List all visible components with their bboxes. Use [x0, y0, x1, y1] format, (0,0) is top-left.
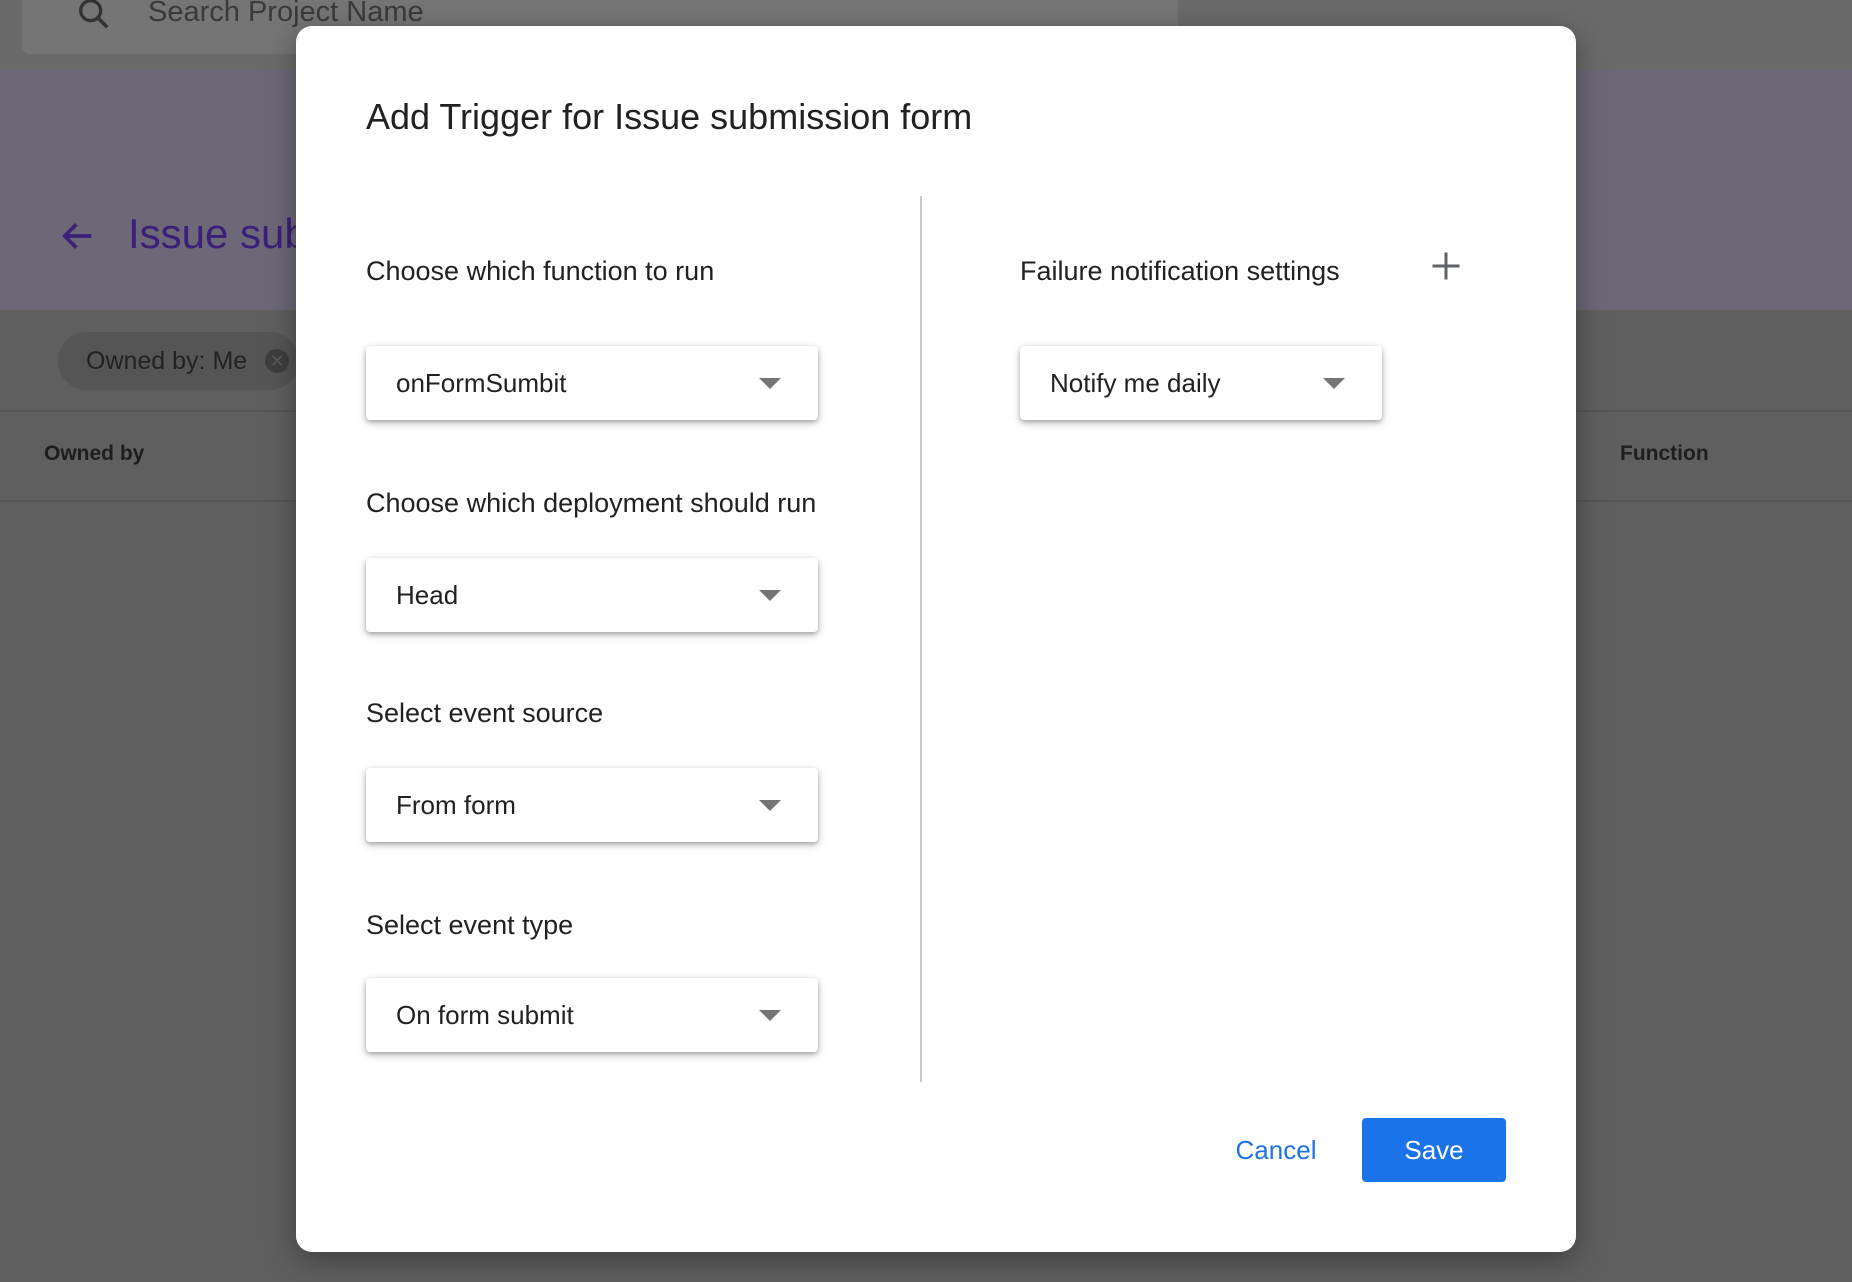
event-source-select-value: From form — [396, 790, 516, 820]
function-select-value: onFormSumbit — [396, 368, 567, 398]
event-type-select-value: On form submit — [396, 1000, 574, 1030]
dropdown-arrow-icon — [759, 590, 781, 601]
column-divider — [920, 196, 922, 1082]
owner-filter-chip[interactable]: Owned by: Me ✕ — [58, 332, 300, 390]
save-button[interactable]: Save — [1362, 1118, 1506, 1182]
column-header-owned-by[interactable]: Owned by — [44, 442, 144, 466]
failure-notification-label: Failure notification settings — [1020, 256, 1340, 286]
failure-notification-value: Notify me daily — [1050, 368, 1221, 398]
cancel-button[interactable]: Cancel — [1186, 1118, 1366, 1182]
add-trigger-dialog: Add Trigger for Issue submission form Ch… — [296, 26, 1576, 1252]
function-label: Choose which function to run — [366, 256, 715, 286]
add-notification-plus-icon[interactable] — [1428, 248, 1464, 284]
dropdown-arrow-icon — [759, 378, 781, 389]
event-source-select[interactable]: From form — [366, 768, 818, 842]
project-title: Issue sub — [128, 210, 308, 257]
search-icon — [79, 0, 109, 29]
clear-filter-icon[interactable]: ✕ — [265, 349, 290, 373]
deployment-select-value: Head — [396, 580, 459, 610]
deployment-label: Choose which deployment should run — [366, 488, 817, 518]
dropdown-arrow-icon — [1323, 378, 1345, 389]
event-type-select[interactable]: On form submit — [366, 978, 818, 1052]
dropdown-arrow-icon — [759, 800, 781, 811]
failure-notification-select[interactable]: Notify me daily — [1020, 346, 1382, 420]
deployment-select[interactable]: Head — [366, 558, 818, 632]
event-source-label: Select event source — [366, 698, 604, 728]
filter-chip-label: Owned by: Me — [86, 347, 248, 375]
back-arrow-icon[interactable] — [56, 216, 100, 256]
search-input[interactable]: Search Project Name — [148, 0, 424, 29]
dropdown-arrow-icon — [759, 1010, 781, 1021]
column-header-function[interactable]: Function — [1620, 442, 1709, 466]
dialog-title: Add Trigger for Issue submission form — [366, 96, 973, 137]
event-type-label: Select event type — [366, 910, 574, 940]
function-select[interactable]: onFormSumbit — [366, 346, 818, 420]
